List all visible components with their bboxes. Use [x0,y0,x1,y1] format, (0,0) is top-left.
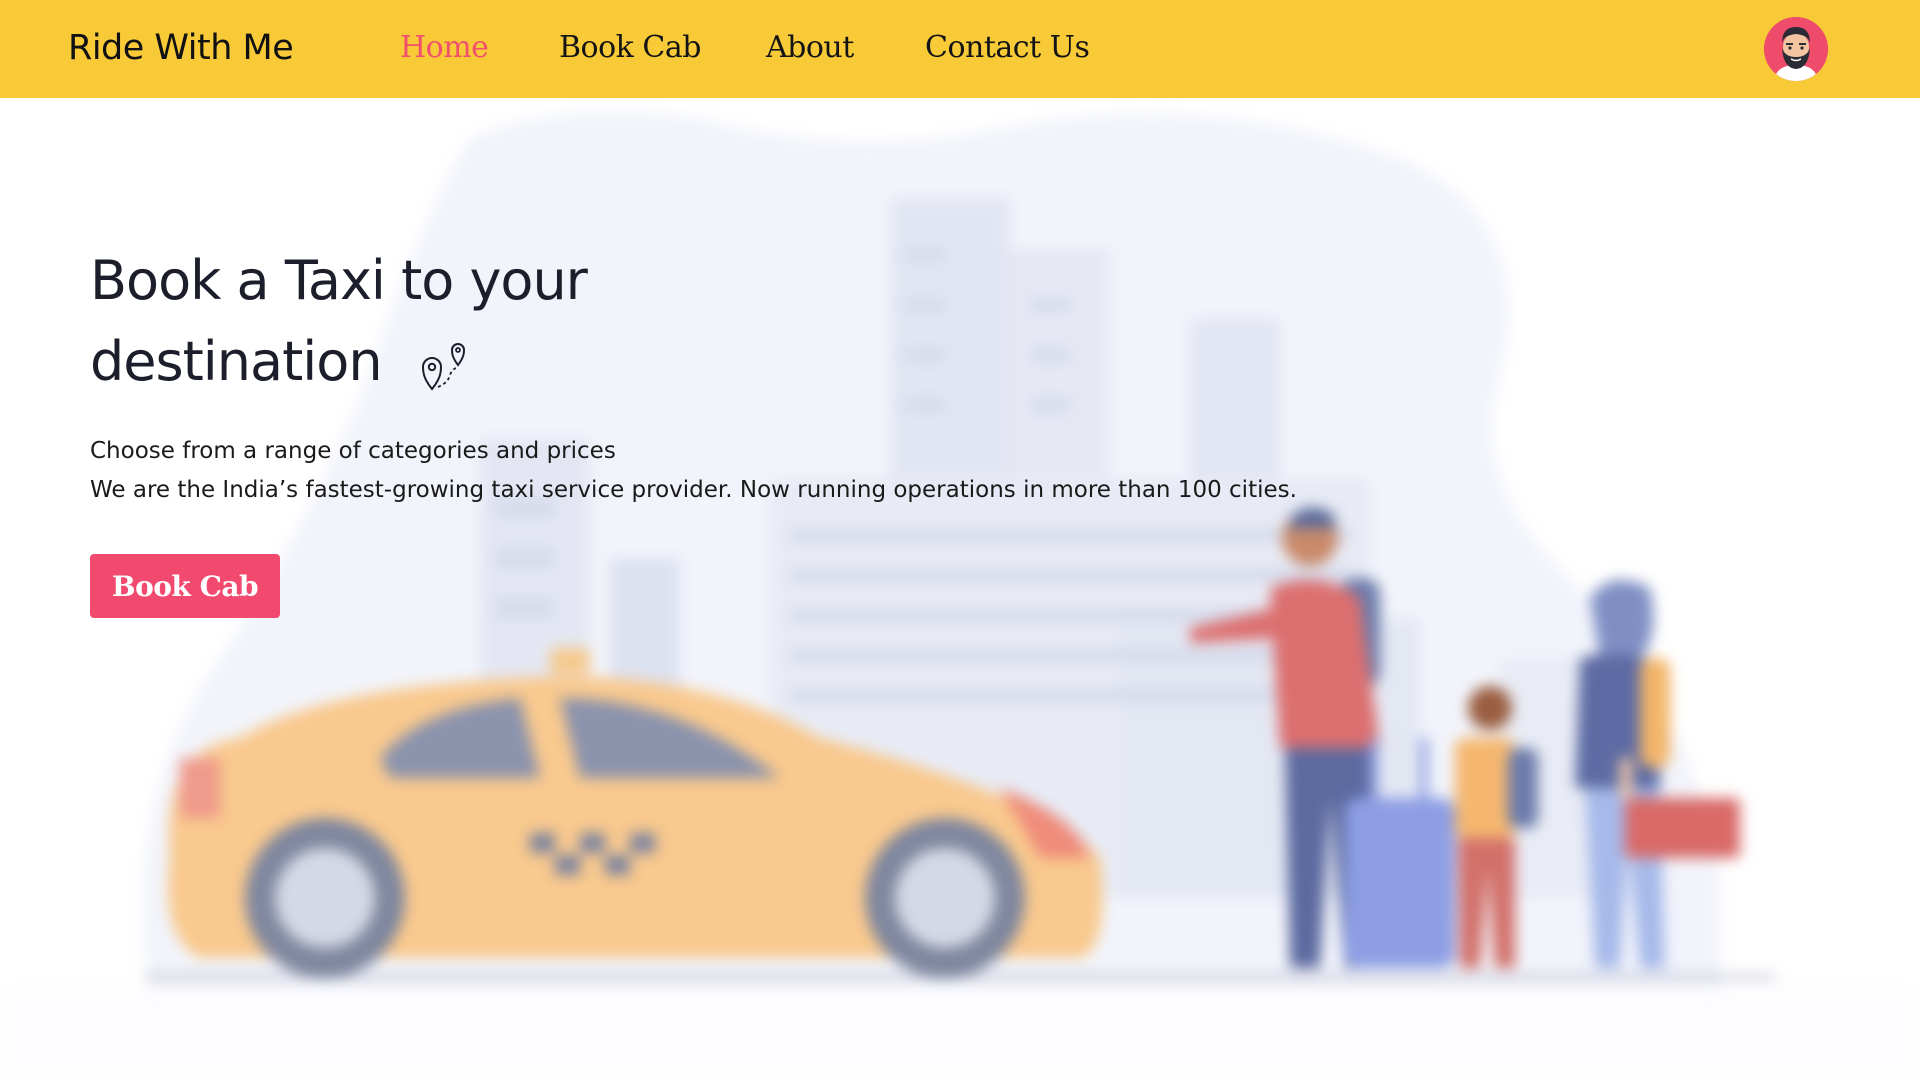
nav-contact-us[interactable]: Contact Us [925,30,1090,65]
brand-logo[interactable]: Ride With Me [68,28,294,68]
hero-heading-block: Book a Taxi to your destination [90,240,710,402]
hero-desc-line1: Choose from a range of categories and pr… [90,438,616,464]
hero-title-line1: Book a Taxi to your [90,249,588,312]
hero-description: Choose from a range of categories and pr… [90,432,1297,510]
hero-desc-line2: We are the India’s fastest-growing taxi … [90,477,1297,503]
bearded-man-avatar-icon [1764,17,1828,81]
user-avatar[interactable] [1764,17,1828,81]
hero-title: Book a Taxi to your destination [90,240,710,402]
book-cab-button[interactable]: Book Cab [90,554,280,618]
nav-book-cab[interactable]: Book Cab [559,30,701,65]
hero-title-line2: destination [90,330,383,393]
top-navbar: Ride With Me Home Book Cab About Contact… [0,0,1920,98]
nav-about[interactable]: About [766,30,854,65]
route-pins-icon [421,343,465,391]
nav-home[interactable]: Home [400,30,489,65]
